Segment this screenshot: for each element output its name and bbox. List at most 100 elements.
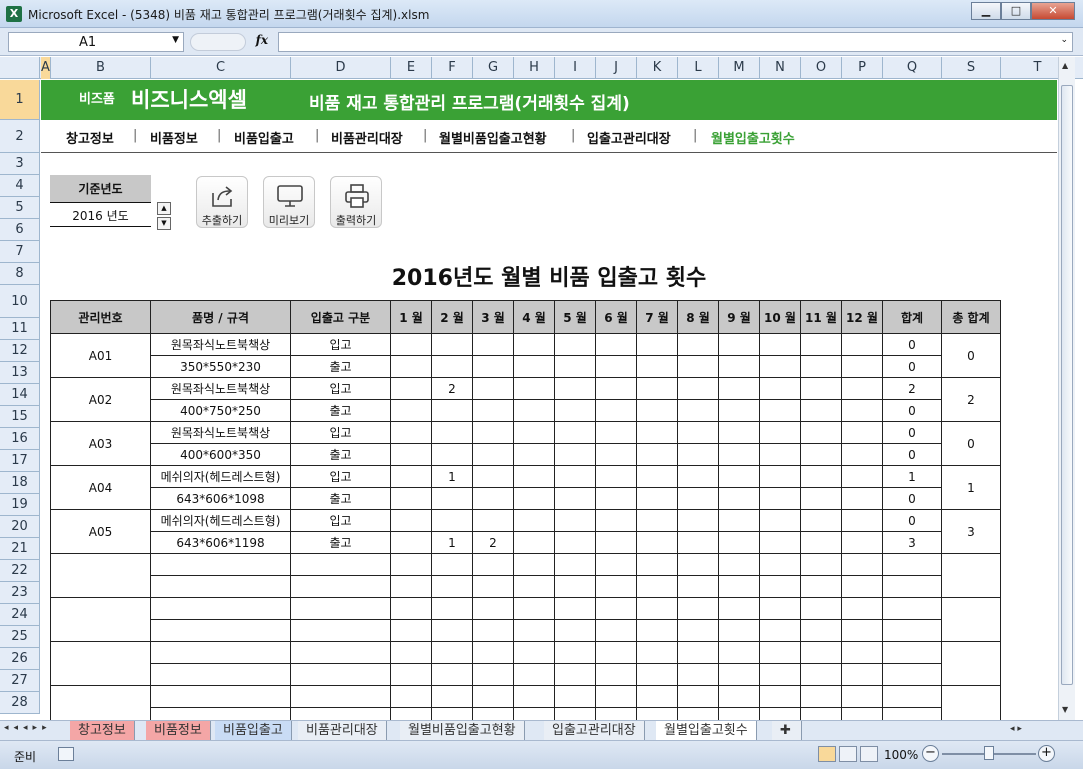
month-count-cell[interactable] — [513, 685, 555, 708]
row-header[interactable]: 24 — [0, 604, 40, 626]
item-id-cell[interactable]: A02 — [50, 377, 151, 422]
month-count-cell[interactable] — [595, 597, 637, 620]
sheet-tab-monthly-status[interactable]: 월별비품입출고현황 — [400, 721, 525, 740]
scroll-thumb[interactable] — [1061, 85, 1073, 685]
month-count-cell[interactable] — [513, 465, 555, 488]
month-count-cell[interactable] — [800, 465, 842, 488]
month-count-cell[interactable] — [677, 619, 719, 642]
row-sum-cell[interactable]: 0 — [882, 421, 942, 444]
month-count-cell[interactable] — [431, 399, 473, 422]
month-count-cell[interactable] — [513, 333, 555, 356]
item-name-cell[interactable] — [150, 685, 291, 708]
month-count-cell[interactable] — [759, 575, 801, 598]
row-header[interactable]: 17 — [0, 450, 40, 472]
month-count-cell[interactable] — [841, 333, 883, 356]
month-count-cell[interactable] — [595, 333, 637, 356]
inout-type-cell[interactable] — [290, 685, 391, 708]
nav-item-ledger[interactable]: 비품관리대장 — [331, 128, 403, 147]
inout-type-cell[interactable]: 입고 — [290, 509, 391, 532]
month-count-cell[interactable] — [636, 465, 678, 488]
month-count-cell[interactable] — [431, 663, 473, 686]
month-count-cell[interactable] — [472, 421, 514, 444]
month-count-cell[interactable] — [472, 443, 514, 466]
month-count-cell[interactable] — [595, 685, 637, 708]
inout-type-cell[interactable] — [290, 597, 391, 620]
month-count-cell[interactable] — [636, 377, 678, 400]
month-count-cell[interactable] — [677, 421, 719, 444]
inout-type-cell[interactable] — [290, 575, 391, 598]
month-count-cell[interactable] — [472, 487, 514, 510]
month-count-cell[interactable] — [718, 443, 760, 466]
month-count-cell[interactable] — [554, 355, 596, 378]
month-count-cell[interactable] — [841, 619, 883, 642]
sheet-tab-equipment[interactable]: 비품정보 — [146, 721, 211, 740]
month-count-cell[interactable] — [841, 641, 883, 664]
month-count-cell[interactable] — [472, 663, 514, 686]
month-count-cell[interactable] — [472, 377, 514, 400]
month-count-cell[interactable] — [841, 707, 883, 720]
month-count-cell[interactable] — [841, 399, 883, 422]
month-count-cell[interactable] — [390, 641, 432, 664]
month-count-cell[interactable] — [718, 663, 760, 686]
extract-button[interactable]: 추출하기 — [196, 176, 248, 228]
month-count-cell[interactable] — [431, 487, 473, 510]
month-count-cell[interactable] — [472, 575, 514, 598]
month-count-cell[interactable] — [390, 663, 432, 686]
item-spec-cell[interactable] — [150, 707, 291, 720]
month-count-cell[interactable] — [390, 619, 432, 642]
month-count-cell[interactable] — [800, 619, 842, 642]
nav-item-monthly-count[interactable]: 월별입출고횟수 — [711, 128, 795, 147]
month-count-cell[interactable] — [759, 663, 801, 686]
item-spec-cell[interactable] — [150, 575, 291, 598]
month-count-cell[interactable] — [431, 641, 473, 664]
inout-type-cell[interactable] — [290, 707, 391, 720]
month-count-cell[interactable] — [800, 663, 842, 686]
inout-type-cell[interactable]: 입고 — [290, 377, 391, 400]
row-sum-cell[interactable]: 0 — [882, 509, 942, 532]
grand-total-cell[interactable] — [941, 597, 1001, 642]
month-count-cell[interactable] — [513, 377, 555, 400]
month-count-cell[interactable] — [390, 575, 432, 598]
month-count-cell[interactable] — [636, 531, 678, 554]
item-spec-cell[interactable] — [150, 619, 291, 642]
month-count-cell[interactable] — [513, 663, 555, 686]
column-header[interactable]: P — [842, 57, 883, 79]
sheet-tab-monthly-count[interactable]: 월별입출고횟수 — [656, 721, 757, 740]
month-count-cell[interactable] — [472, 355, 514, 378]
year-up-button[interactable]: ▲ — [157, 202, 171, 215]
month-count-cell[interactable] — [800, 355, 842, 378]
row-header[interactable]: 1 — [0, 80, 40, 120]
month-count-cell[interactable] — [554, 465, 596, 488]
month-count-cell[interactable]: 1 — [431, 465, 473, 488]
item-spec-cell[interactable]: 643*606*1098 — [150, 487, 291, 510]
month-count-cell[interactable] — [513, 509, 555, 532]
select-all-corner[interactable] — [0, 57, 40, 79]
month-count-cell[interactable] — [472, 553, 514, 576]
vertical-scrollbar[interactable]: ▲ ▼ — [1058, 57, 1075, 720]
column-header[interactable]: C — [151, 57, 291, 79]
month-count-cell[interactable] — [595, 707, 637, 720]
column-header[interactable]: Q — [883, 57, 942, 79]
month-count-cell[interactable] — [800, 707, 842, 720]
month-count-cell[interactable] — [636, 443, 678, 466]
month-count-cell[interactable] — [759, 487, 801, 510]
row-sum-cell[interactable]: 1 — [882, 465, 942, 488]
item-spec-cell[interactable]: 400*750*250 — [150, 399, 291, 422]
zoom-out-button[interactable]: − — [922, 745, 939, 762]
row-header[interactable]: 19 — [0, 494, 40, 516]
row-header[interactable]: 6 — [0, 219, 40, 241]
row-header[interactable]: 16 — [0, 428, 40, 450]
item-name-cell[interactable]: 원목좌식노트북책상 — [150, 333, 291, 356]
macro-record-icon[interactable] — [58, 747, 74, 761]
month-count-cell[interactable] — [595, 443, 637, 466]
grand-total-cell[interactable]: 1 — [941, 465, 1001, 510]
row-header[interactable]: 5 — [0, 197, 40, 219]
item-name-cell[interactable] — [150, 641, 291, 664]
month-count-cell[interactable] — [554, 619, 596, 642]
print-button[interactable]: 출력하기 — [330, 176, 382, 228]
month-count-cell[interactable] — [677, 509, 719, 532]
month-count-cell[interactable] — [677, 685, 719, 708]
row-header[interactable]: 8 — [0, 263, 40, 285]
row-header[interactable]: 27 — [0, 670, 40, 692]
month-count-cell[interactable] — [472, 333, 514, 356]
